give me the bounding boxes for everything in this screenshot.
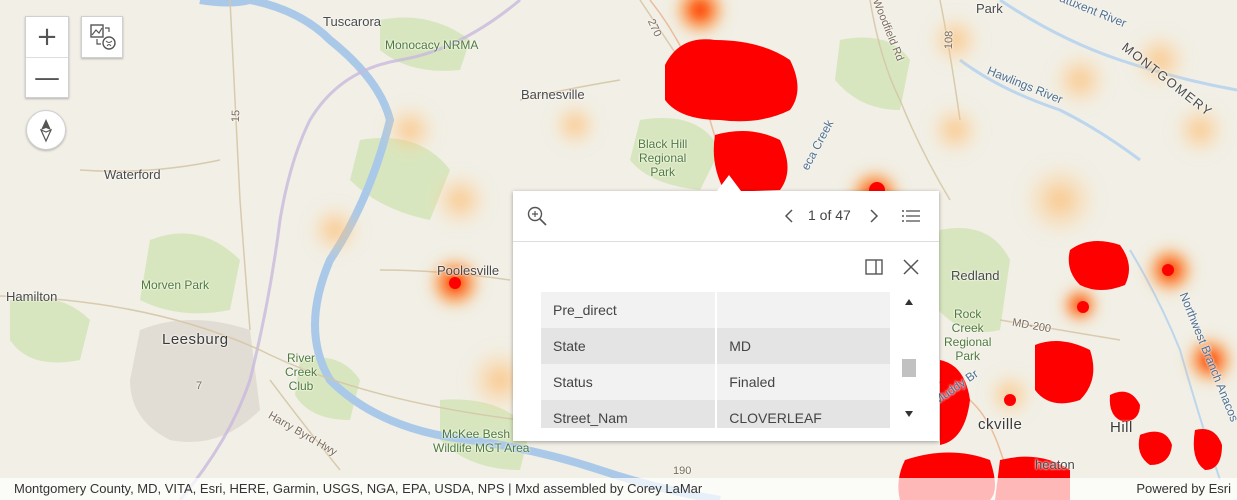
park-label: Morven Park — [141, 278, 210, 292]
table-row: Street_Nam CLOVERLEAF — [541, 400, 890, 428]
field-name: State — [541, 328, 718, 364]
park-label: River Creek Club — [285, 351, 318, 393]
popup-header: 1 of 47 — [513, 191, 939, 242]
attribute-table: Pre_direct State MD Status Finaled Stree… — [541, 292, 890, 428]
place-label: Park — [976, 1, 1003, 16]
road-label: 15 — [229, 109, 243, 123]
place-label: Waterford — [104, 167, 161, 182]
field-name: Status — [541, 364, 718, 400]
powered-by-esri[interactable]: Powered by Esri — [1136, 481, 1231, 496]
field-name: Street_Nam — [541, 400, 718, 428]
place-label: Leesburg — [162, 331, 229, 348]
field-name: Pre_direct — [541, 292, 718, 328]
zoom-to-icon[interactable] — [526, 205, 548, 227]
place-label: ckville — [978, 416, 1023, 433]
place-label: Redland — [951, 268, 1000, 283]
scrollbar-thumb[interactable] — [902, 359, 916, 377]
road-label: 190 — [673, 465, 692, 477]
park-label: Wildlife MGT Area — [433, 441, 530, 455]
scrollbar[interactable] — [900, 292, 918, 426]
next-feature-icon[interactable] — [868, 208, 880, 224]
place-label: Barnesville — [521, 87, 585, 102]
feature-popup: 1 of 47 Pre_direct State MD Status Final… — [513, 175, 939, 441]
scroll-down-icon[interactable] — [904, 410, 914, 418]
attribution-credits: Montgomery County, MD, VITA, Esri, HERE,… — [14, 481, 703, 496]
zoom-control: + — — [25, 16, 69, 98]
park-label: Black Hill Regional Park — [638, 137, 688, 179]
attribute-table-container[interactable]: Pre_direct State MD Status Finaled Stree… — [541, 292, 890, 428]
park-label: Rock Creek Regional Park — [944, 307, 992, 363]
scroll-up-icon[interactable] — [904, 298, 914, 306]
place-label: Tuscarora — [323, 14, 382, 29]
place-label: Poolesville — [437, 263, 500, 278]
field-value: MD — [716, 328, 890, 364]
road-label: 7 — [196, 380, 203, 392]
park-label: McKee Besh — [442, 427, 511, 441]
field-value — [716, 292, 890, 328]
place-label: Hill — [1110, 419, 1133, 436]
zoom-out-button[interactable]: — — [26, 58, 68, 98]
park-label: Monocacy NRMA — [385, 38, 479, 52]
basemap-toggle-icon — [90, 24, 116, 50]
road-label: 108 — [942, 30, 956, 50]
table-row: State MD — [541, 328, 890, 364]
attribution-bar: Montgomery County, MD, VITA, Esri, HERE,… — [0, 478, 1237, 500]
compass-icon — [39, 119, 53, 143]
close-icon[interactable] — [901, 257, 921, 277]
field-value: CLOVERLEAF — [716, 400, 890, 428]
table-row: Status Finaled — [541, 364, 890, 400]
feature-list-icon[interactable] — [901, 208, 921, 224]
compass-button[interactable] — [26, 110, 66, 150]
table-row: Pre_direct — [541, 292, 890, 328]
zoom-in-button[interactable]: + — [26, 17, 68, 58]
dock-icon[interactable] — [864, 258, 884, 276]
place-label: heaton — [1035, 457, 1075, 472]
basemap-toggle-button[interactable] — [81, 16, 123, 58]
feature-pager: 1 of 47 — [808, 207, 851, 223]
previous-feature-icon[interactable] — [783, 208, 795, 224]
place-label: Hamilton — [6, 289, 58, 304]
popup-pointer — [717, 175, 741, 191]
field-value: Finaled — [716, 364, 890, 400]
